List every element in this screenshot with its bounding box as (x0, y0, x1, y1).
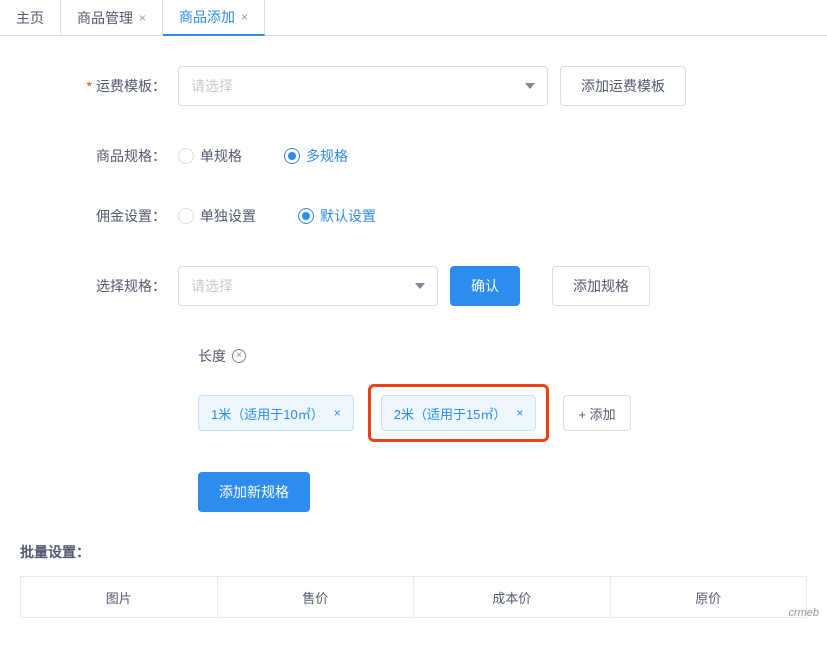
tag-label: 2米（适用于15㎡） (394, 404, 507, 423)
close-icon[interactable]: × (241, 0, 248, 35)
tabs-bar: 主页 商品管理 × 商品添加 × (0, 0, 827, 36)
spec-tag[interactable]: 1米（适用于10㎡） × (198, 395, 354, 431)
spec-tag[interactable]: 2米（适用于15㎡） × (381, 395, 537, 431)
watermark: crmeb (788, 607, 819, 619)
tab-product-add[interactable]: 商品添加 × (163, 0, 265, 36)
add-tag-button[interactable]: + 添加 (563, 395, 630, 431)
close-icon[interactable]: × (334, 406, 341, 420)
radio-icon (178, 208, 194, 224)
tab-label: 商品添加 (179, 0, 235, 35)
chevron-down-icon (415, 283, 425, 289)
row-commission: 佣金设置： 单独设置 默认设置 (20, 206, 807, 226)
radio-label: 默认设置 (320, 206, 376, 226)
highlighted-tag-box: 2米（适用于15㎡） × (368, 384, 550, 442)
add-shipping-template-button[interactable]: 添加运费模板 (560, 66, 686, 106)
th-cost: 成本价 (414, 577, 611, 617)
radio-icon (298, 208, 314, 224)
shipping-select[interactable]: 请选择 (178, 66, 548, 106)
tag-label: 1米（适用于10㎡） (211, 404, 324, 423)
batch-table-header: 图片 售价 成本价 原价 (20, 576, 807, 618)
spec-tags-row: 1米（适用于10㎡） × 2米（适用于15㎡） × + 添加 (198, 384, 807, 442)
close-icon[interactable]: × (139, 0, 146, 36)
batch-settings-label: 批量设置： (20, 542, 827, 562)
chevron-down-icon (525, 83, 535, 89)
radio-label: 单规格 (200, 146, 242, 166)
tab-home[interactable]: 主页 (0, 0, 61, 36)
label-spec: 商品规格： (20, 146, 178, 166)
th-image: 图片 (20, 577, 218, 617)
select-placeholder: 请选择 (191, 276, 233, 296)
tab-label: 商品管理 (77, 0, 133, 36)
form-container: *运费模板： 请选择 添加运费模板 商品规格： 单规格 多规格 佣金设置： (0, 36, 827, 512)
radio-single-spec[interactable]: 单规格 (178, 146, 242, 166)
label-select-spec: 选择规格： (20, 276, 178, 296)
radio-icon (284, 148, 300, 164)
spec-select[interactable]: 请选择 (178, 266, 438, 306)
spec-group-title: 长度 (198, 346, 226, 366)
radio-icon (178, 148, 194, 164)
row-select-spec: 选择规格： 请选择 确认 添加规格 (20, 266, 807, 306)
radio-label: 多规格 (306, 146, 348, 166)
remove-spec-group-icon[interactable]: × (232, 349, 246, 363)
radio-default-setting[interactable]: 默认设置 (298, 206, 376, 226)
radio-individual-setting[interactable]: 单独设置 (178, 206, 256, 226)
th-original: 原价 (611, 577, 808, 617)
tab-label: 主页 (16, 0, 44, 36)
label-shipping: *运费模板： (20, 76, 178, 96)
confirm-button[interactable]: 确认 (450, 266, 520, 306)
row-shipping-template: *运费模板： 请选择 添加运费模板 (20, 66, 807, 106)
radio-label: 单独设置 (200, 206, 256, 226)
row-product-spec: 商品规格： 单规格 多规格 (20, 146, 807, 166)
add-new-spec-button[interactable]: 添加新规格 (198, 472, 310, 512)
th-price: 售价 (218, 577, 415, 617)
tab-product-manage[interactable]: 商品管理 × (61, 0, 163, 36)
spec-group-length: 长度 × 1米（适用于10㎡） × 2米（适用于15㎡） × + 添加 (178, 346, 807, 442)
spec-group-title-row: 长度 × (198, 346, 807, 366)
label-commission: 佣金设置： (20, 206, 178, 226)
radio-multi-spec[interactable]: 多规格 (284, 146, 348, 166)
close-icon[interactable]: × (516, 406, 523, 420)
select-placeholder: 请选择 (191, 76, 233, 96)
add-spec-button[interactable]: 添加规格 (552, 266, 650, 306)
